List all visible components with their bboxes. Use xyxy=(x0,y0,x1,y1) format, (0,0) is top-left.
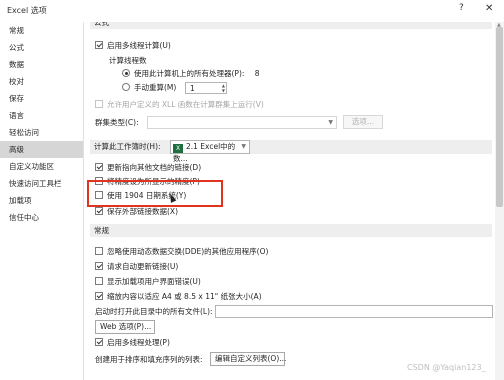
cluster-type-label: 群集类型(C): xyxy=(95,118,139,127)
watermark-text: CSDN @Yaqian123_ xyxy=(407,363,486,372)
sidebar-nav: 常规 公式 数据 校对 保存 语言 轻松访问 高级 自定义功能区 快速访问工具栏 加载项 信任中心 xyxy=(0,22,83,226)
startup-folder-input[interactable] xyxy=(215,305,493,318)
highlight-annotation-box xyxy=(87,180,223,207)
sidebar-item[interactable]: 加载项 xyxy=(0,192,83,209)
excel-workbook-icon: X xyxy=(173,144,183,153)
processor-count: 8 xyxy=(254,69,260,78)
window-title: Excel 选项 xyxy=(7,6,47,15)
scrollbar-thumb[interactable] xyxy=(496,27,503,207)
multithread-calc-label: 启用多线程计算(U) xyxy=(107,41,171,50)
all-processors-option[interactable]: 使用此计算机上的所有处理器(P): 8 xyxy=(122,68,260,80)
title-bar: Excel 选项 ? ✕ xyxy=(0,0,504,22)
options-sidebar: 常规 公式 数据 校对 保存 语言 轻松访问 高级 自定义功能区 快速访问工具栏 加载项 信任中心 xyxy=(0,22,84,380)
cluster-options-button[interactable]: 选项... xyxy=(343,115,383,129)
sidebar-item[interactable]: 高级 xyxy=(0,141,83,158)
manual-thread-spinner[interactable]: 1 ▲ ▼ xyxy=(185,82,227,94)
xll-cluster-option[interactable]: 允许用户定义的 XLL 函数在计算群集上运行(V) xyxy=(95,99,264,111)
multithread-processing-checkbox[interactable] xyxy=(95,338,103,346)
sidebar-item[interactable]: 快速访问工具栏 xyxy=(0,175,83,192)
sidebar-item[interactable]: 自定义功能区 xyxy=(0,158,83,175)
all-processors-radio[interactable] xyxy=(122,69,130,77)
general-option[interactable]: 请求自动更新链接(U) xyxy=(95,261,178,273)
manual-recalc-option[interactable]: 手动重算(M) xyxy=(122,82,176,94)
option-checkbox[interactable] xyxy=(95,292,103,300)
web-options-button[interactable]: Web 选项(P)... xyxy=(95,320,155,334)
xll-cluster-label: 允许用户定义的 XLL 函数在计算群集上运行(V) xyxy=(107,100,264,109)
help-button[interactable]: ? xyxy=(459,3,464,13)
option-label: 缩放内容以适应 A4 或 8.5 x 11" 纸张大小(A) xyxy=(107,292,262,301)
manual-recalc-radio[interactable] xyxy=(122,83,130,91)
cluster-type-select[interactable]: ▼ xyxy=(147,116,337,129)
sidebar-item[interactable]: 轻松访问 xyxy=(0,124,83,141)
workbook-select[interactable]: X 2.1 Excel中的数... ▼ xyxy=(170,140,250,163)
option-checkbox[interactable] xyxy=(95,207,103,215)
option-checkbox[interactable] xyxy=(95,247,103,255)
sidebar-item[interactable]: 公式 xyxy=(0,39,83,56)
all-processors-label: 使用此计算机上的所有处理器(P): xyxy=(134,69,245,78)
manual-recalc-label: 手动重算(M) xyxy=(134,83,177,92)
workbook-calc-label: 计算此工作簿时(H): xyxy=(94,142,161,151)
section-general-header: 常规 xyxy=(90,224,492,237)
workbook-calc-option[interactable]: 更新指向其他文档的链接(D) xyxy=(95,162,201,174)
multithread-calc-option[interactable]: 启用多线程计算(U) xyxy=(95,40,171,52)
general-option[interactable]: 显示加载项用户界面错误(U) xyxy=(95,276,201,288)
xll-cluster-checkbox[interactable] xyxy=(95,100,103,108)
sidebar-item[interactable]: 语言 xyxy=(0,107,83,124)
general-option[interactable]: 忽略使用动态数据交换(DDE)的其他应用程序(O) xyxy=(95,246,268,258)
sidebar-item[interactable]: 数据 xyxy=(0,56,83,73)
spinner-down-icon[interactable]: ▼ xyxy=(222,88,225,93)
multithread-processing-option[interactable]: 启用多线程处理(P) xyxy=(95,337,170,349)
option-label: 显示加载项用户界面错误(U) xyxy=(107,277,201,286)
chevron-down-icon: ▼ xyxy=(328,119,333,126)
vertical-scrollbar[interactable]: ▲ xyxy=(495,22,504,380)
section-formulas-header: 公式 xyxy=(90,22,492,29)
startup-folder-label: 启动时打开此目录中的所有文件(L): xyxy=(95,307,213,316)
custom-lists-label: 创建用于排序和填充序列的列表: xyxy=(95,355,203,364)
sidebar-item[interactable]: 校对 xyxy=(0,73,83,90)
option-checkbox[interactable] xyxy=(95,277,103,285)
chevron-down-icon: ▼ xyxy=(241,143,246,150)
manual-thread-value: 1 xyxy=(190,84,195,93)
sidebar-item[interactable]: 保存 xyxy=(0,90,83,107)
edit-custom-lists-button[interactable]: 编辑自定义列表(O)... xyxy=(210,352,286,366)
option-checkbox[interactable] xyxy=(95,163,103,171)
multithread-calc-checkbox[interactable] xyxy=(95,41,103,49)
thread-count-label: 计算线程数 xyxy=(109,56,147,65)
workbook-calc-header: 计算此工作簿时(H): xyxy=(90,140,492,154)
close-button[interactable]: ✕ xyxy=(485,3,493,14)
general-option[interactable]: 缩放内容以适应 A4 或 8.5 x 11" 纸张大小(A) xyxy=(95,291,262,303)
option-label: 请求自动更新链接(U) xyxy=(107,262,179,271)
sidebar-item[interactable]: 常规 xyxy=(0,22,83,39)
option-label: 保存外部链接数据(X) xyxy=(107,207,178,216)
option-label: 忽略使用动态数据交换(DDE)的其他应用程序(O) xyxy=(107,247,269,256)
option-label: 更新指向其他文档的链接(D) xyxy=(107,163,202,172)
multithread-processing-label: 启用多线程处理(P) xyxy=(107,338,170,347)
option-checkbox[interactable] xyxy=(95,262,103,270)
workbook-calc-option[interactable]: 保存外部链接数据(X) xyxy=(95,206,178,218)
sidebar-item[interactable]: 信任中心 xyxy=(0,209,83,226)
